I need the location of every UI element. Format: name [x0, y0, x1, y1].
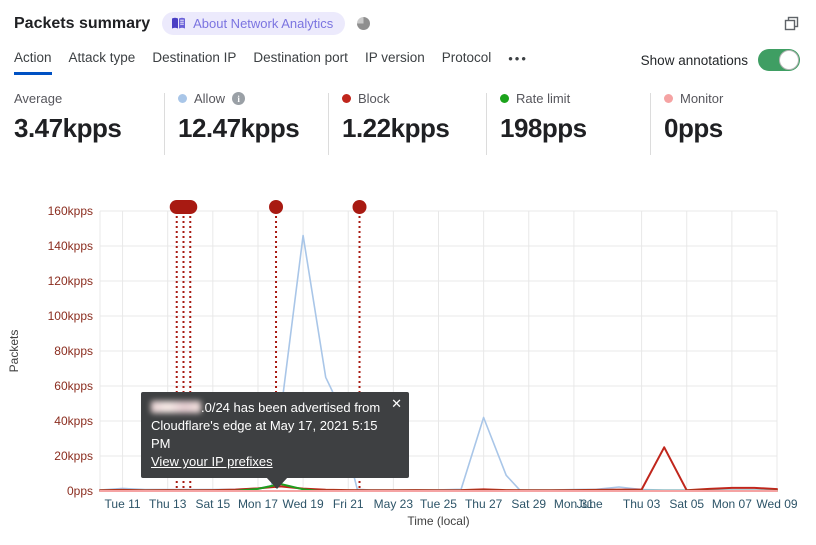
stat-value: 12.47kpps [178, 113, 300, 143]
stat-divider [328, 93, 329, 155]
tab-bar: Action Attack type Destination IP Destin… [0, 35, 816, 75]
allow-legend-dot [178, 94, 187, 103]
tab-action[interactable]: Action [14, 50, 52, 75]
tooltip-text: .0/24 has been advertised from [151, 399, 385, 417]
tooltip-caret [266, 477, 288, 489]
y-tick-label: 60kpps [54, 379, 93, 393]
packets-chart: 0pps 20kpps 40kpps 60kpps 80kpps 100kpps 120kp… [0, 190, 816, 545]
annotation-marker[interactable] [352, 200, 367, 214]
stat-label: Allow [194, 91, 226, 106]
monitor-legend-dot [664, 94, 673, 103]
stat-block: Block 1.22kpps [342, 91, 450, 144]
y-tick-label: 80kpps [54, 344, 93, 358]
tab-destination-ip[interactable]: Destination IP [152, 50, 236, 75]
tooltip-text: Cloudflare's edge at May 17, 2021 5:15 P… [151, 418, 378, 451]
stat-rate-limit: Rate limit 198pps [500, 91, 587, 144]
stat-monitor: Monitor 0pps [664, 91, 723, 144]
tooltip-close-icon[interactable]: ✕ [391, 395, 402, 413]
x-tick-label: Wed 09 [756, 497, 797, 511]
x-tick-label: May 23 [374, 497, 414, 511]
x-tick-label: Thu 03 [623, 497, 661, 511]
x-tick-label: Thu 13 [149, 497, 187, 511]
x-tick-label: Thu 27 [465, 497, 503, 511]
stat-label: Average [14, 91, 63, 106]
x-tick-label: Tue 11 [105, 497, 141, 511]
network-analytics-panel: Packets summary About Network Analytics … [0, 0, 816, 545]
rate-limit-legend-dot [500, 94, 509, 103]
annotation-tooltip: ✕ .0/24 has been advertised from Cloudfl… [141, 392, 409, 489]
tooltip-redacted-prefix [151, 401, 201, 413]
x-tick-label: June [577, 497, 603, 511]
stat-label: Rate limit [516, 91, 571, 106]
x-tick-label: Mon 17 [238, 497, 278, 511]
chart-svg: 0pps 20kpps 40kpps 60kpps 80kpps 100kpps 120kp… [7, 200, 798, 528]
stat-value: 3.47kpps [14, 113, 122, 143]
x-tick-label: Sat 15 [195, 497, 230, 511]
y-tick-label: 0pps [67, 484, 93, 498]
y-tick-label: 40kpps [54, 414, 93, 428]
info-icon[interactable]: i [232, 92, 246, 105]
x-tick-label: Wed 19 [283, 497, 324, 511]
tab-ip-version[interactable]: IP version [365, 50, 425, 75]
x-tick-label: Sat 29 [511, 497, 546, 511]
block-legend-dot [342, 94, 351, 103]
stat-divider [164, 93, 165, 155]
tab-destination-port[interactable]: Destination port [253, 50, 348, 75]
stat-value: 1.22kpps [342, 113, 450, 143]
about-network-analytics-badge[interactable]: About Network Analytics [162, 12, 346, 35]
x-axis-title: Time (local) [407, 514, 469, 528]
y-tick-label: 140kpps [48, 239, 93, 253]
ip-prefixes-link[interactable]: View your IP prefixes [151, 454, 273, 469]
show-annotations-control: Show annotations [641, 49, 800, 75]
y-tick-label: 160kpps [48, 204, 93, 218]
show-annotations-label: Show annotations [640, 52, 748, 68]
y-tick-label: 100kpps [48, 309, 93, 323]
stat-divider [486, 93, 487, 155]
book-icon [171, 17, 186, 30]
x-tick-label: Mon 07 [712, 497, 752, 511]
usage-pie-icon[interactable] [357, 17, 371, 30]
tab-attack-type[interactable]: Attack type [69, 50, 136, 75]
copy-icon[interactable] [783, 15, 800, 32]
tab-protocol[interactable]: Protocol [442, 50, 492, 75]
stat-value: 0pps [664, 113, 723, 143]
stat-divider [650, 93, 651, 155]
y-axis-title: Packets [7, 330, 21, 373]
x-tick-label: Sat 05 [669, 497, 704, 511]
y-tick-label: 20kpps [54, 449, 93, 463]
stat-label: Monitor [680, 91, 724, 106]
more-tabs-button[interactable]: ••• [508, 51, 528, 73]
show-annotations-toggle[interactable] [758, 49, 800, 71]
x-tick-label: Fri 21 [333, 497, 364, 511]
page-title: Packets summary [14, 14, 151, 32]
toggle-knob [779, 50, 799, 70]
x-tick-label: Tue 25 [420, 497, 457, 511]
badge-label: About Network Analytics [193, 16, 334, 31]
annotation-marker[interactable] [269, 200, 284, 214]
y-tick-label: 120kpps [48, 274, 93, 288]
stat-allow: Allow i 12.47kpps [178, 91, 300, 144]
stat-average: Average 3.47kpps [14, 91, 122, 144]
annotation-marker[interactable] [169, 200, 198, 214]
header: Packets summary About Network Analytics [0, 0, 816, 35]
stat-label: Block [358, 91, 390, 106]
stats-row: Average 3.47kpps Allow i 12.47kpps Block… [0, 91, 816, 161]
stat-value: 198pps [500, 113, 587, 143]
